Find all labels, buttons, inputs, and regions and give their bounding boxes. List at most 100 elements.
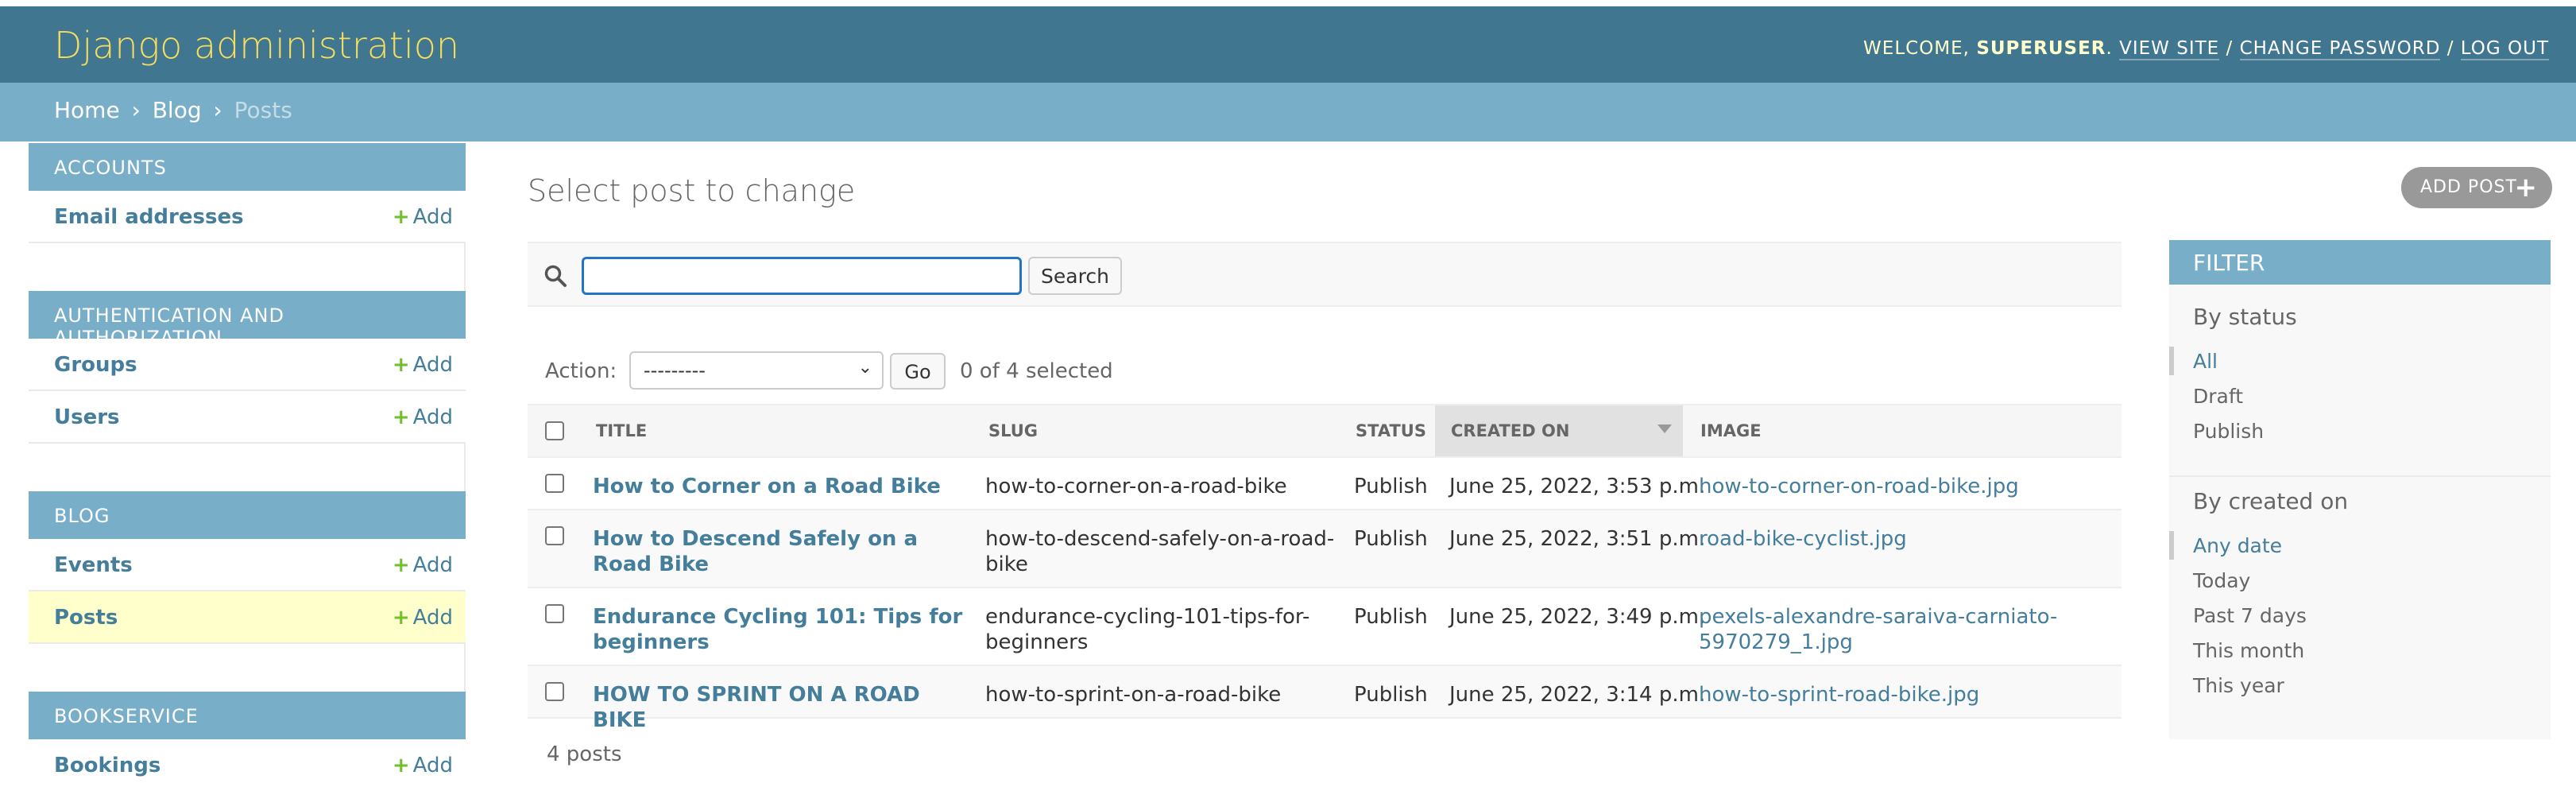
add-post-label: Add post <box>2420 177 2517 197</box>
post-title-link[interactable]: HOW TO SPRINT ON A ROAD BIKE <box>593 683 920 732</box>
change-password-link[interactable]: Change password <box>2239 38 2441 60</box>
column-header-created-on-label: Created on <box>1451 421 1570 440</box>
row-title: Endurance Cycling 101: Tips for beginner… <box>593 604 974 655</box>
filter-date-any[interactable]: Any date <box>2193 534 2282 557</box>
add-email-address-link[interactable]: + Add <box>393 205 453 229</box>
model-link-users[interactable]: Users <box>54 405 120 429</box>
add-post-link[interactable]: + Add <box>393 606 453 630</box>
view-site-link[interactable]: View site <box>2119 38 2220 60</box>
slug-line: how-to-descend-safely-on-a-road- <box>985 527 1335 551</box>
post-title-link-line2[interactable]: beginners <box>593 630 710 654</box>
row-title: How to Descend Safely on a Road Bike <box>593 526 974 577</box>
sidebar-item-posts: Posts + Add <box>29 591 466 644</box>
column-header-status[interactable]: Status <box>1356 405 1426 456</box>
plus-icon: + <box>392 405 410 429</box>
model-link-events[interactable]: Events <box>54 553 133 577</box>
add-post-button[interactable]: Add post + <box>2401 167 2552 208</box>
row-image: how-to-sprint-road-bike.jpg <box>1699 682 2112 708</box>
row-slug: how-to-sprint-on-a-road-bike <box>985 682 1335 708</box>
image-link[interactable]: how-to-sprint-road-bike.jpg <box>1699 683 1979 707</box>
filter-selected-marker <box>2169 347 2174 375</box>
app-caption-bookservice[interactable]: Bookservice <box>29 692 466 739</box>
separator: / <box>2446 38 2454 59</box>
breadcrumb-blog[interactable]: Blog <box>153 97 202 123</box>
filter-panel: Filter By status All Draft Publish By cr… <box>2169 240 2551 739</box>
row-created-on: June 25, 2022, 3:14 p.m. <box>1449 683 1706 707</box>
row-checkbox[interactable] <box>545 604 564 623</box>
filter-date-today[interactable]: Today <box>2193 569 2250 592</box>
row-image: pexels-alexandre-saraiva-carniato- 59702… <box>1699 604 2112 655</box>
column-header-image[interactable]: Image <box>1700 405 1762 456</box>
plus-icon: + <box>392 205 410 229</box>
select-all-checkbox[interactable] <box>545 421 564 440</box>
image-link[interactable]: pexels-alexandre-saraiva-carniato- <box>1699 605 2057 629</box>
search-button[interactable]: Search <box>1028 257 1122 295</box>
add-label: Add <box>412 205 453 229</box>
row-checkbox[interactable] <box>545 474 564 493</box>
image-link[interactable]: road-bike-cyclist.jpg <box>1699 527 1907 551</box>
model-link-bookings[interactable]: Bookings <box>54 754 161 777</box>
slug-line: beginners <box>985 630 1089 654</box>
filter-heading-created-on: By created on <box>2193 488 2349 514</box>
paginator: 4 posts <box>547 742 622 766</box>
filter-date-this-month[interactable]: This month <box>2193 639 2304 662</box>
row-status: Publish <box>1354 683 1428 707</box>
app-caption-auth[interactable]: Authentication and Authorization <box>29 291 466 349</box>
table-row: How to Descend Safely on a Road Bike how… <box>528 510 2122 588</box>
add-user-link[interactable]: + Add <box>393 405 453 429</box>
app-module-accounts: Accounts Email addresses + Add <box>29 143 466 243</box>
breadcrumb-home[interactable]: Home <box>54 97 120 123</box>
table-header: Title Slug Status Created on Image <box>528 404 2122 458</box>
column-header-created-on[interactable]: Created on <box>1435 405 1683 456</box>
row-slug: how-to-corner-on-a-road-bike <box>985 474 1335 499</box>
filter-date-this-year[interactable]: This year <box>2193 674 2284 697</box>
post-title-link[interactable]: How to Descend Safely on a Road Bike <box>593 527 918 576</box>
sidebar-item-users: Users + Add <box>29 391 466 444</box>
result-list-table: Title Slug Status Created on Image How t… <box>528 404 2122 732</box>
breadcrumb-separator: › <box>131 97 141 123</box>
plus-icon: + <box>392 754 410 777</box>
row-checkbox[interactable] <box>545 526 564 545</box>
add-group-link[interactable]: + Add <box>393 353 453 377</box>
column-header-slug[interactable]: Slug <box>988 405 1038 456</box>
image-link-line2[interactable]: 5970279_1.jpg <box>1699 630 1853 654</box>
plus-icon: + <box>392 553 410 577</box>
site-header: Django administration Welcome, superuser… <box>0 6 2576 83</box>
post-title-link[interactable]: How to Corner on a Road Bike <box>593 475 941 498</box>
search-input[interactable] <box>582 257 1022 295</box>
filter-date-past-7-days[interactable]: Past 7 days <box>2193 604 2307 627</box>
model-link-posts[interactable]: Posts <box>54 606 118 630</box>
add-event-link[interactable]: + Add <box>393 553 453 577</box>
app-module-blog: Blog Events + Add Posts + Add <box>29 491 466 644</box>
plus-icon: + <box>392 353 410 377</box>
post-title-link[interactable]: Endurance Cycling 101: Tips for <box>593 605 962 629</box>
add-label: Add <box>412 606 453 630</box>
filter-status-draft[interactable]: Draft <box>2193 385 2243 408</box>
row-slug: endurance-cycling-101-tips-for- beginner… <box>985 604 1335 655</box>
row-title: HOW TO SPRINT ON A ROAD BIKE <box>593 682 974 733</box>
log-out-link[interactable]: Log out <box>2460 38 2549 60</box>
action-select[interactable]: --------- ⌄ <box>629 351 884 390</box>
model-link-email-addresses[interactable]: Email addresses <box>54 205 244 229</box>
row-created-on: June 25, 2022, 3:51 p.m. <box>1449 527 1706 551</box>
sort-descending-icon[interactable] <box>1657 425 1672 433</box>
filter-status-all[interactable]: All <box>2193 350 2218 373</box>
row-status: Publish <box>1354 475 1428 498</box>
chevron-down-icon: ⌄ <box>857 358 872 378</box>
row-checkbox[interactable] <box>545 682 564 701</box>
column-header-title[interactable]: Title <box>596 405 647 456</box>
site-branding[interactable]: Django administration <box>54 24 459 67</box>
table-row: How to Corner on a Road Bike how-to-corn… <box>528 458 2122 510</box>
go-button[interactable]: Go <box>890 353 946 390</box>
row-title: How to Corner on a Road Bike <box>593 474 974 499</box>
app-caption-blog[interactable]: Blog <box>29 491 466 539</box>
add-booking-link[interactable]: + Add <box>393 754 453 777</box>
model-link-groups[interactable]: Groups <box>54 353 137 377</box>
row-image: how-to-corner-on-road-bike.jpg <box>1699 474 2112 499</box>
app-caption-accounts[interactable]: Accounts <box>29 143 466 191</box>
row-status: Publish <box>1354 605 1428 629</box>
selection-counter: 0 of 4 selected <box>960 359 1113 383</box>
table-row: HOW TO SPRINT ON A ROAD BIKE how-to-spri… <box>528 666 2122 732</box>
filter-status-publish[interactable]: Publish <box>2193 420 2264 443</box>
image-link[interactable]: how-to-corner-on-road-bike.jpg <box>1699 475 2019 498</box>
